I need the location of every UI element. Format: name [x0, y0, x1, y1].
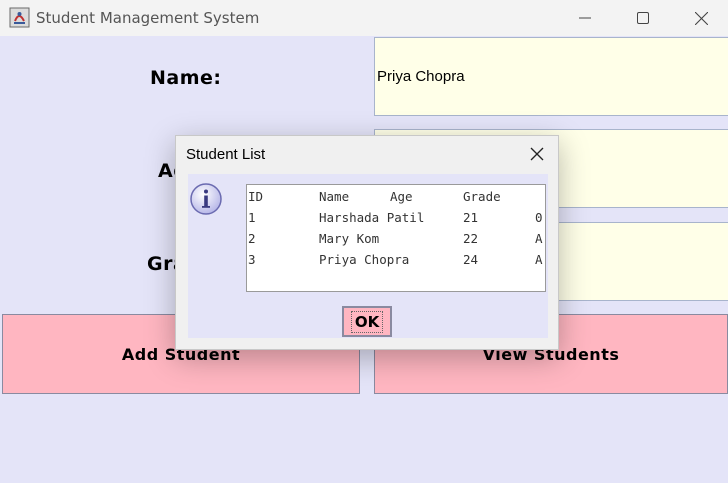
column-name: Name — [319, 189, 350, 204]
row-id: 3 — [248, 252, 256, 267]
dialog-close-button[interactable] — [524, 144, 550, 164]
maximize-button[interactable] — [614, 0, 672, 36]
row-grade: A — [535, 231, 543, 246]
row-id: 1 — [248, 210, 256, 225]
dialog-body: ID Name Age Grade 1 Harshada Patil 21 0 … — [188, 174, 548, 338]
row-name: Mary Kom — [319, 231, 380, 246]
minimize-icon — [579, 17, 591, 19]
dialog-title: Student List — [186, 146, 266, 163]
row-grade: A — [535, 252, 543, 267]
minimize-button[interactable] — [556, 0, 614, 36]
student-list-textarea[interactable]: ID Name Age Grade 1 Harshada Patil 21 0 … — [246, 184, 546, 292]
row-grade: 0 — [535, 210, 543, 225]
row-age: 24 — [463, 252, 479, 267]
window-title: Student Management System — [36, 9, 260, 27]
maximize-icon — [637, 12, 649, 24]
close-icon — [530, 147, 544, 161]
row-name: Priya Chopra — [319, 252, 410, 267]
list-item: 2 Mary Kom 22 A — [247, 229, 545, 249]
student-list-dialog: Student List ID Name Age Grade 1 Harshad… — [175, 135, 559, 350]
list-header-row: ID Name Age Grade — [247, 187, 545, 207]
column-age: Age — [390, 189, 413, 204]
row-name: Harshada Patil — [319, 210, 425, 225]
list-item: 1 Harshada Patil 21 0 — [247, 208, 545, 228]
close-icon — [694, 11, 708, 25]
row-age: 21 — [463, 210, 479, 225]
row-age: 22 — [463, 231, 479, 246]
info-icon — [190, 183, 222, 215]
java-app-icon — [9, 7, 30, 28]
window-close-button[interactable] — [672, 0, 728, 36]
row-id: 2 — [248, 231, 256, 246]
ok-button-label: OK — [350, 310, 384, 333]
list-item: 3 Priya Chopra 24 A — [247, 250, 545, 270]
title-bar: Student Management System — [0, 0, 728, 36]
name-field[interactable]: Priya Chopra — [374, 37, 728, 116]
ok-button[interactable]: OK — [342, 306, 392, 337]
column-id: ID — [248, 189, 264, 204]
name-label: Name: — [150, 67, 222, 89]
column-grade: Grade — [463, 189, 501, 204]
